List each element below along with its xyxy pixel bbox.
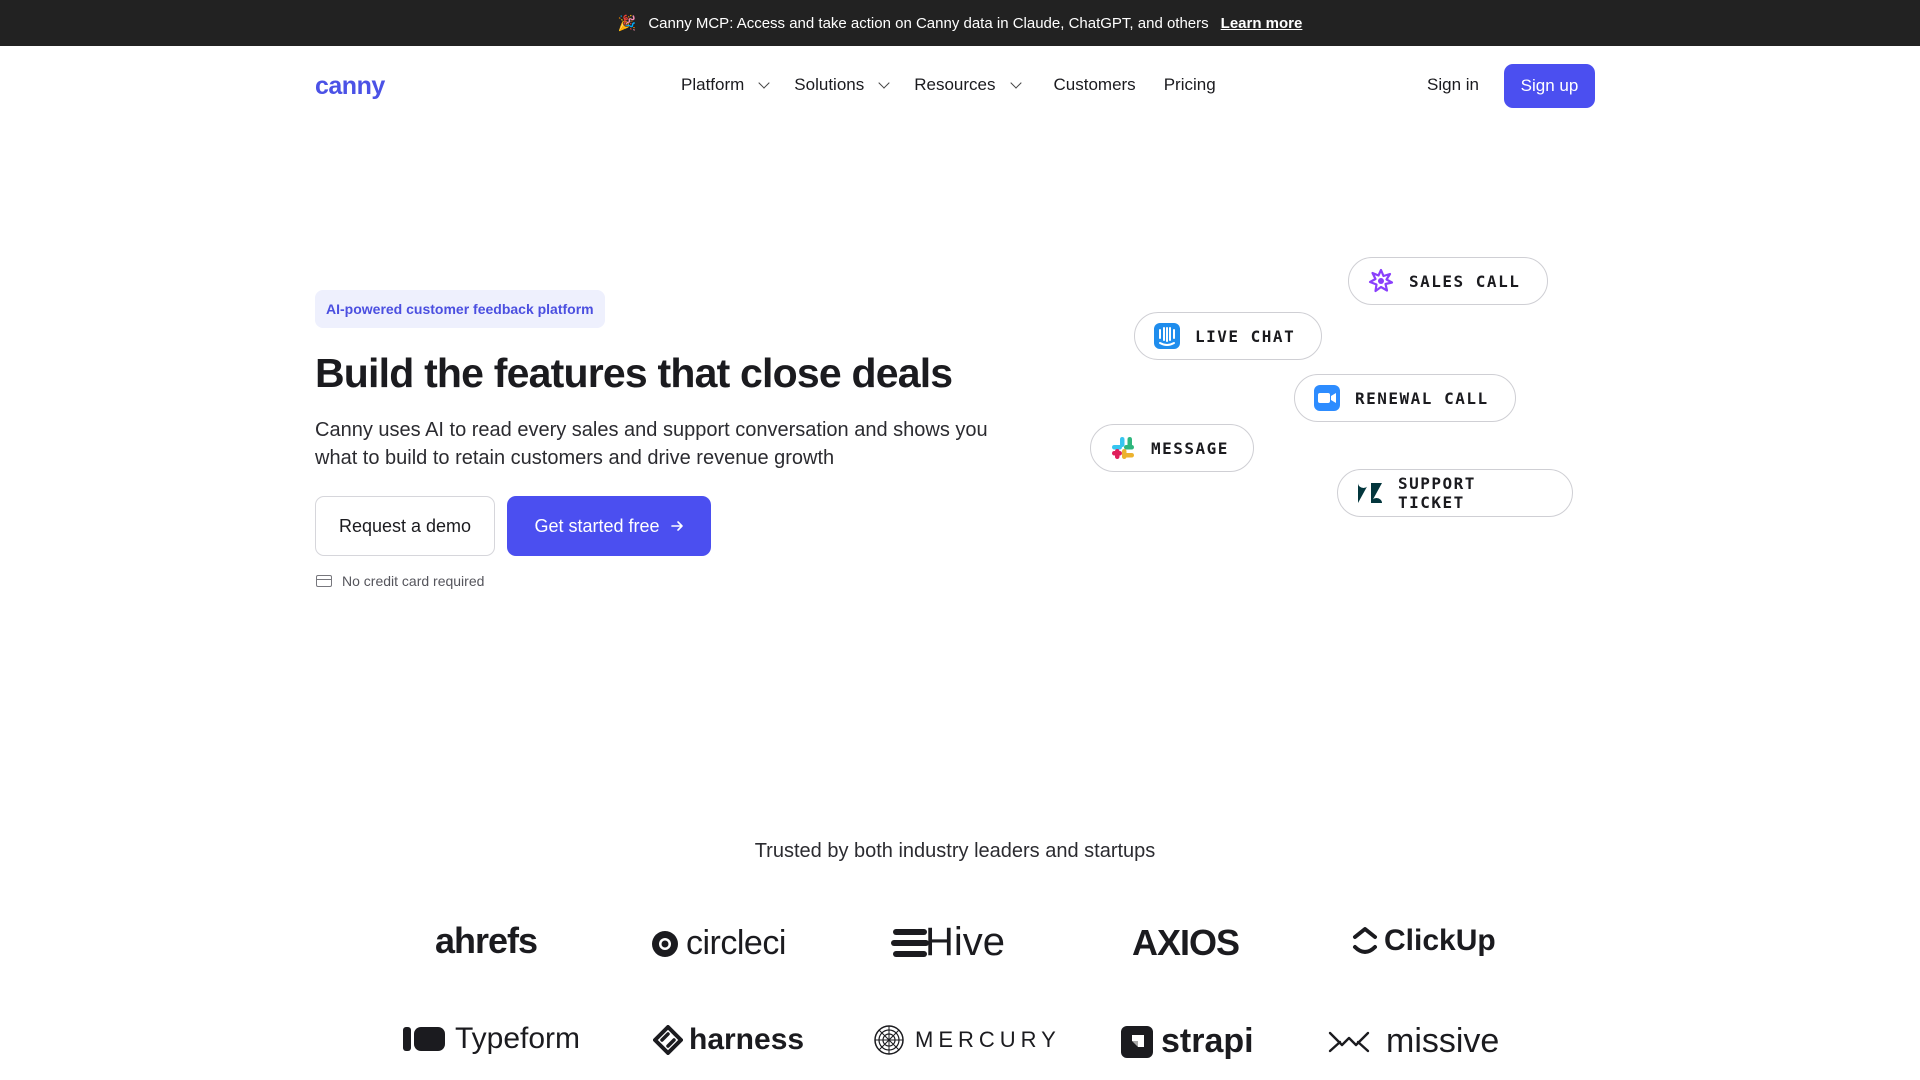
axios-logo: AXIOS — [1132, 922, 1240, 964]
learn-more-link[interactable]: Learn more — [1221, 15, 1303, 32]
party-icon: 🎉 — [617, 15, 637, 32]
missive-logo: missive — [1328, 1022, 1499, 1061]
strapi-logo: strapi — [1121, 1022, 1254, 1061]
announcement-text: Canny MCP: Access and take action on Can… — [648, 14, 1209, 32]
harness-icon — [653, 1025, 683, 1055]
clickup-logo-text: ClickUp — [1384, 924, 1496, 957]
mercury-logo-text: MERCURY — [915, 1027, 1061, 1052]
strapi-icon — [1121, 1025, 1153, 1058]
request-demo-button[interactable]: Request a demo — [315, 496, 495, 556]
hive-icon — [891, 928, 929, 957]
typeform-logo: Typeform — [403, 1022, 580, 1056]
typeform-logo-text: Typeform — [455, 1022, 581, 1055]
circleci-logo-text: circleci — [686, 924, 786, 962]
pill-label: SUPPORT TICKET — [1398, 474, 1476, 512]
ahrefs-logo-text: ahrefs — [435, 920, 538, 961]
nav-customers-label: Customers — [1053, 75, 1136, 94]
hero-badge: AI-powered customer feedback platform — [315, 290, 605, 328]
intercom-icon — [1153, 322, 1181, 350]
sign-in-link[interactable]: Sign in — [1427, 75, 1479, 95]
typeform-icon — [403, 1027, 445, 1051]
pill-label: SALES CALL — [1409, 271, 1521, 291]
harness-logo: harness — [653, 1023, 804, 1057]
mercury-icon — [874, 1025, 904, 1055]
clickup-logo: ClickUp — [1352, 924, 1496, 958]
nav-platform-label: Platform — [681, 75, 745, 94]
clickup-icon — [1353, 927, 1377, 954]
top-nav: canny Platform Solutions Resources Custo… — [0, 46, 1910, 126]
mercury-logo: MERCURY — [873, 1024, 1061, 1056]
no-credit-card-note: No credit card required — [316, 573, 484, 589]
pill-support-ticket: SUPPORT TICKET — [1337, 469, 1573, 517]
slack-icon — [1109, 434, 1137, 462]
circleci-logo: circleci — [650, 924, 786, 963]
pill-label: LIVE CHAT — [1195, 326, 1296, 346]
chevron-down-icon — [1009, 77, 1022, 89]
missive-logo-text: missive — [1386, 1022, 1500, 1060]
nav-solutions-label: Solutions — [794, 75, 865, 94]
nav-pricing[interactable]: Pricing — [1164, 75, 1216, 95]
hero-title: Build the features that close deals — [315, 350, 953, 396]
hive-logo-text: Hive — [925, 920, 1006, 964]
pill-label: RENEWAL CALL — [1355, 388, 1489, 408]
circleci-icon — [652, 930, 678, 957]
announcement-bar: 🎉 Canny MCP: Access and take action on C… — [0, 0, 1920, 46]
gong-icon — [1367, 267, 1395, 295]
nav-customers[interactable]: Customers — [1054, 75, 1136, 95]
credit-card-icon — [316, 575, 332, 587]
no-credit-card-text: No credit card required — [342, 573, 485, 589]
axios-logo-text: AXIOS — [1132, 922, 1240, 963]
pill-sales-call: SALES CALL — [1348, 257, 1548, 305]
canny-logo[interactable]: canny — [315, 72, 385, 101]
get-started-button[interactable]: Get started free — [507, 496, 711, 556]
get-started-label: Get started free — [534, 515, 660, 536]
pill-live-chat: LIVE CHAT — [1134, 312, 1322, 360]
zoom-icon — [1313, 384, 1341, 412]
nav-resources-label: Resources — [914, 75, 996, 94]
pill-message: MESSAGE — [1090, 424, 1254, 472]
hero-subtitle: Canny uses AI to read every sales and su… — [315, 419, 988, 469]
chevron-down-icon — [878, 77, 890, 89]
pill-renewal-call: RENEWAL CALL — [1294, 374, 1516, 422]
nav-resources[interactable]: Resources — [914, 75, 1025, 95]
strapi-logo-text: strapi — [1161, 1022, 1254, 1060]
nav-pricing-label: Pricing — [1163, 75, 1216, 94]
missive-icon — [1328, 1031, 1370, 1052]
chevron-down-icon — [758, 77, 770, 89]
trusted-heading: Trusted by both industry leaders and sta… — [754, 840, 1156, 862]
pill-label: MESSAGE — [1151, 438, 1229, 458]
ahrefs-logo: ahrefs — [435, 920, 538, 962]
harness-logo-text: harness — [689, 1023, 805, 1056]
sign-up-button[interactable]: Sign up — [1504, 64, 1595, 108]
nav-solutions[interactable]: Solutions — [794, 75, 894, 95]
arrow-right-icon — [670, 521, 683, 531]
nav-links: Platform Solutions Resources Customers P… — [681, 75, 1216, 95]
zendesk-icon — [1356, 479, 1384, 507]
nav-platform[interactable]: Platform — [681, 75, 774, 95]
hive-logo: Hive — [891, 920, 1005, 965]
